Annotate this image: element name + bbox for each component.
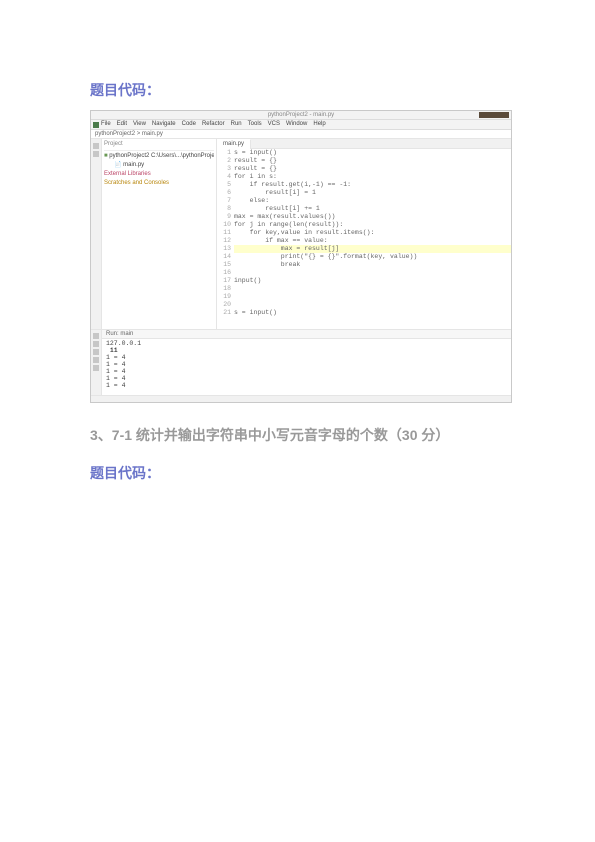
console-panel: Run: main 127.0.0.1 11 1 = 4 1 = 4 1 = 4… (91, 329, 511, 395)
tab-main[interactable]: main.py (217, 139, 251, 149)
menu-code[interactable]: Code (182, 121, 196, 129)
menu-edit[interactable]: Edit (117, 121, 127, 129)
settings-icon[interactable] (93, 365, 99, 371)
menu-file[interactable]: File (101, 121, 111, 129)
menu-tools[interactable]: Tools (248, 121, 262, 129)
menu-view[interactable]: View (133, 121, 146, 129)
app-icon (93, 122, 99, 128)
heading-code-2: 题目代码： (90, 463, 505, 483)
title-badge (479, 112, 509, 118)
tree-row[interactable]: External Libraries (104, 170, 214, 179)
ide-statusbar (91, 395, 511, 402)
tree-header: Project (104, 141, 214, 151)
project-icon[interactable] (93, 143, 99, 149)
console-tab[interactable]: Run: main (102, 330, 511, 339)
tree-row[interactable]: Scratches and Consoles (104, 179, 214, 188)
editor-tabs: main.py (217, 139, 511, 149)
question-3-title: 3、7-1 统计并输出字符串中小写元音字母的个数（30 分） (90, 425, 505, 445)
menu-window[interactable]: Window (286, 121, 307, 129)
project-tree[interactable]: Project ■ pythonProject2 C:\Users\...\py… (102, 139, 217, 329)
left-rail (91, 139, 102, 329)
run-icon[interactable] (93, 333, 99, 339)
rerun-icon[interactable] (93, 349, 99, 355)
menu-run[interactable]: Run (231, 121, 242, 129)
tree-row: 📄 main.py (104, 161, 214, 170)
heading-code-1: 题目代码： (90, 80, 505, 100)
menu-help[interactable]: Help (313, 121, 325, 129)
breadcrumb: pythonProject2 > main.py (91, 130, 511, 139)
window-title: pythonProject2 - main.py (268, 112, 334, 120)
ide-menubar: File Edit View Navigate Code Refactor Ru… (91, 120, 511, 130)
console-rail (91, 330, 102, 395)
menu-nav[interactable]: Navigate (152, 121, 176, 129)
ide-titlebar: pythonProject2 - main.py (91, 111, 511, 120)
line-gutter: 123456789101112131415161718192021 (217, 149, 234, 329)
structure-icon[interactable] (93, 151, 99, 157)
down-icon[interactable] (93, 357, 99, 363)
menu-vcs[interactable]: VCS (268, 121, 280, 129)
menu-refactor[interactable]: Refactor (202, 121, 225, 129)
stop-icon[interactable] (93, 341, 99, 347)
code-editor[interactable]: 123456789101112131415161718192021 s = in… (217, 149, 511, 329)
code-source[interactable]: s = input() result = {} result = {} for … (234, 149, 511, 329)
ide-screenshot: pythonProject2 - main.py File Edit View … (90, 110, 512, 403)
console-output[interactable]: 127.0.0.1 11 1 = 4 1 = 4 1 = 4 1 = 4 1 =… (102, 339, 511, 395)
tree-row: ■ pythonProject2 C:\Users\...\pythonProj… (104, 152, 214, 161)
